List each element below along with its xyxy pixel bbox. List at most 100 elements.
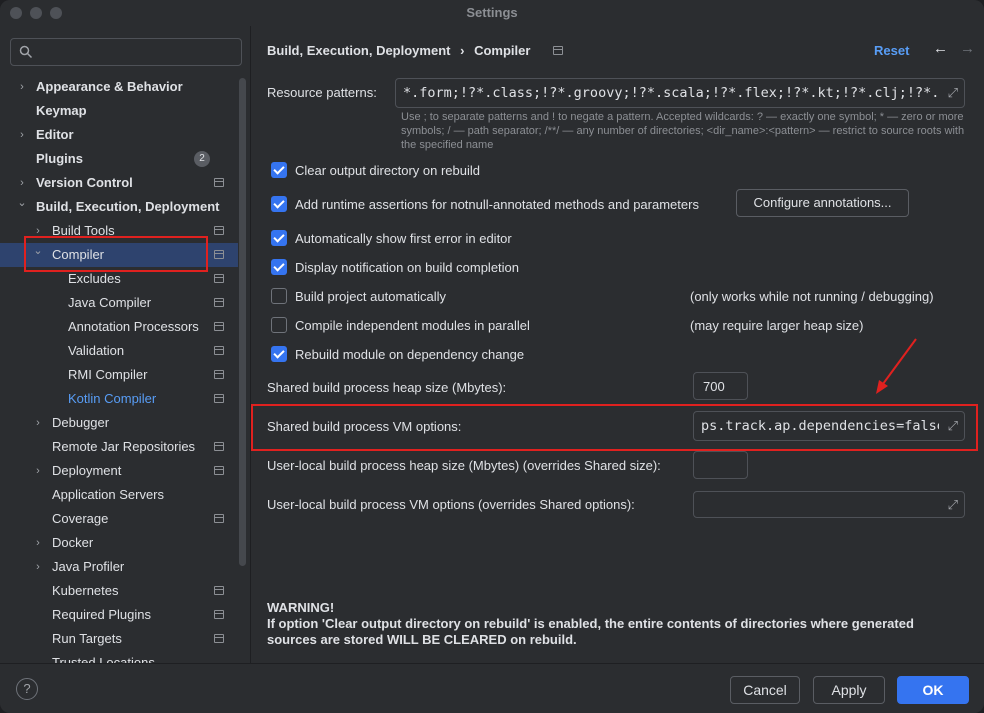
chevron-right-icon[interactable]: › [15, 75, 29, 99]
sidebar-item[interactable]: ⌄ Build, Execution, Deployment [0, 195, 238, 219]
sidebar-item[interactable]: Annotation Processors [0, 315, 238, 339]
expand-icon[interactable]: ⤢ [948, 85, 958, 101]
sidebar-item[interactable]: Coverage [0, 507, 238, 531]
search-box[interactable] [10, 38, 242, 66]
search-input[interactable] [39, 43, 235, 61]
option-label[interactable]: Automatically show first error in editor [295, 231, 512, 246]
user-heap-field[interactable] [693, 451, 748, 479]
project-level-icon [214, 226, 224, 235]
chevron-right-icon[interactable]: › [31, 411, 45, 435]
chevron-right-icon[interactable]: › [31, 459, 45, 483]
option-checkbox[interactable] [271, 230, 287, 246]
sidebar-item[interactable]: Plugins 2 [0, 147, 238, 171]
option-checkbox[interactable] [271, 196, 287, 212]
project-level-icon [214, 346, 224, 355]
help-button[interactable]: ? [16, 678, 38, 700]
option-checkbox[interactable] [271, 259, 287, 275]
ok-button[interactable]: OK [897, 676, 969, 704]
option-note: (only works while not running / debuggin… [690, 289, 934, 304]
project-level-icon [214, 586, 224, 595]
option-checkbox[interactable] [271, 288, 287, 304]
sidebar-item-label: Application Servers [52, 487, 164, 502]
project-level-icon [214, 466, 224, 475]
breadcrumb-parent[interactable]: Build, Execution, Deployment [267, 43, 450, 58]
sidebar-item[interactable]: Required Plugins [0, 603, 238, 627]
project-level-icon [214, 610, 224, 619]
sidebar-item[interactable]: Remote Jar Repositories [0, 435, 238, 459]
warning-block: WARNING! If option 'Clear output directo… [267, 600, 967, 648]
window-title: Settings [466, 5, 518, 20]
option-label[interactable]: Rebuild module on dependency change [295, 347, 524, 362]
sidebar-item[interactable]: Kotlin Compiler [0, 387, 238, 411]
option-note: (may require larger heap size) [690, 318, 864, 333]
option-label[interactable]: Add runtime assertions for notnull-annot… [295, 197, 699, 212]
shared-heap-field[interactable]: 700 [693, 372, 748, 400]
sidebar-item[interactable]: › Debugger [0, 411, 238, 435]
vm-options-highlight-box [251, 404, 978, 451]
option-label[interactable]: Clear output directory on rebuild [295, 163, 480, 178]
sidebar-item[interactable]: RMI Compiler [0, 363, 238, 387]
dialog-footer: ? Cancel Apply OK [0, 663, 984, 713]
sidebar-item-label: Required Plugins [52, 607, 152, 622]
sidebar-item[interactable]: Application Servers [0, 483, 238, 507]
user-heap-label: User-local build process heap size (Mbyt… [267, 458, 661, 473]
option-checkbox[interactable] [271, 346, 287, 362]
project-level-icon [214, 634, 224, 643]
settings-tree: › Appearance & Behavior Keymap › Editor Plugi… [0, 75, 238, 663]
sidebar-item[interactable]: › Java Profiler [0, 555, 238, 579]
sidebar-item-label: Deployment [52, 463, 122, 478]
sidebar-item-label: Annotation Processors [68, 319, 199, 334]
project-level-icon [553, 46, 563, 55]
sidebar-item-label: Plugins [36, 151, 83, 166]
sidebar-item-label: Build, Execution, Deployment [36, 199, 220, 214]
title-bar: Settings [0, 0, 984, 26]
sidebar-item[interactable]: Trusted Locations [0, 651, 238, 663]
search-icon [19, 45, 33, 59]
resource-patterns-value: *.form;!?*.class;!?*.groovy;!?*.scala;!?… [403, 85, 939, 101]
project-level-icon [214, 298, 224, 307]
expand-icon[interactable]: ⤢ [948, 497, 958, 513]
sidebar-scrollbar[interactable] [239, 78, 246, 566]
chevron-right-icon[interactable]: › [31, 531, 45, 555]
sidebar-item-label: Debugger [52, 415, 110, 430]
user-vm-field[interactable]: ⤢ [693, 491, 965, 518]
sidebar-item[interactable]: Validation [0, 339, 238, 363]
settings-sidebar: › Appearance & Behavior Keymap › Editor Plugi… [0, 26, 250, 663]
sidebar-item[interactable]: › Version Control [0, 171, 238, 195]
sidebar-item[interactable]: Kubernetes [0, 579, 238, 603]
sidebar-item[interactable]: Run Targets [0, 627, 238, 651]
option-label[interactable]: Display notification on build completion [295, 260, 519, 275]
back-arrow-icon[interactable]: ← [933, 40, 948, 57]
reset-link[interactable]: Reset [874, 43, 909, 58]
forward-arrow-icon[interactable]: → [960, 40, 975, 57]
project-level-icon [214, 250, 224, 259]
sidebar-item-label: Run Targets [52, 631, 122, 646]
project-level-icon [214, 442, 224, 451]
chevron-down-icon[interactable]: ⌄ [15, 191, 29, 215]
sidebar-item-label: Editor [36, 127, 74, 142]
sidebar-item-label: Coverage [52, 511, 109, 526]
sidebar-item-label: Validation [68, 343, 125, 358]
compiler-highlight-box [24, 236, 208, 272]
sidebar-item[interactable]: Keymap [0, 99, 238, 123]
sidebar-item[interactable]: › Editor [0, 123, 238, 147]
sidebar-item[interactable]: › Docker [0, 531, 238, 555]
sidebar-item-label: Remote Jar Repositories [52, 439, 196, 454]
sidebar-item-label: Java Profiler [52, 559, 125, 574]
project-level-icon [214, 274, 224, 283]
sidebar-item[interactable]: Java Compiler [0, 291, 238, 315]
option-label[interactable]: Compile independent modules in parallel [295, 318, 530, 333]
sidebar-item[interactable]: › Deployment [0, 459, 238, 483]
chevron-right-icon[interactable]: › [31, 555, 45, 579]
sidebar-item-label: Java Compiler [68, 295, 152, 310]
chevron-right-icon[interactable]: › [15, 123, 29, 147]
sidebar-item-label: Keymap [36, 103, 87, 118]
resource-patterns-field[interactable]: *.form;!?*.class;!?*.groovy;!?*.scala;!?… [395, 78, 965, 108]
apply-button[interactable]: Apply [813, 676, 885, 704]
sidebar-item[interactable]: › Appearance & Behavior [0, 75, 238, 99]
option-label[interactable]: Build project automatically [295, 289, 446, 304]
option-checkbox[interactable] [271, 162, 287, 178]
option-checkbox[interactable] [271, 317, 287, 333]
configure-annotations-button[interactable]: Configure annotations... [736, 189, 909, 217]
cancel-button[interactable]: Cancel [730, 676, 800, 704]
